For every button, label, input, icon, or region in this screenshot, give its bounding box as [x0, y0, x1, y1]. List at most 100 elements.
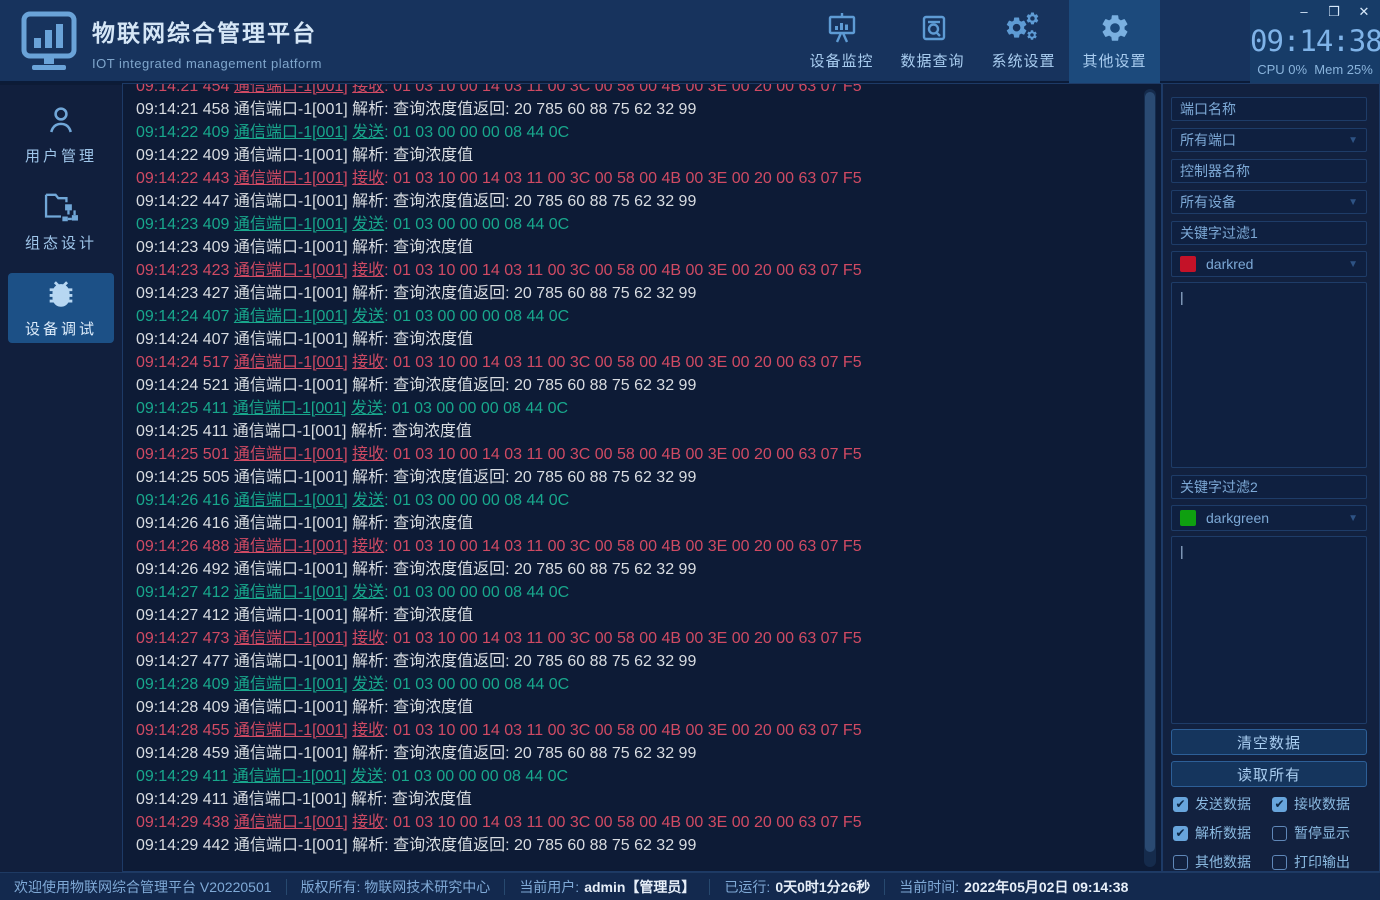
log-line: 09:14:22 409 通信端口-1[001] 解析: 查询浓度值 — [136, 144, 1161, 167]
port-name-field[interactable]: 端口名称 — [1171, 97, 1367, 121]
chevron-down-icon: ▼ — [1348, 259, 1358, 270]
sidebar-item-device-debug[interactable]: 设备调试 — [8, 273, 114, 343]
statusbar-current-time: 当前时间: 2022年05月02日 09:14:38 — [885, 879, 1142, 895]
log-line: 09:14:29 438 通信端口-1[001] 接收: 01 03 10 00… — [136, 811, 1161, 834]
mem-usage: Mem 25% — [1314, 62, 1373, 77]
checkbox-其他数据[interactable]: 其他数据 — [1173, 852, 1272, 872]
checkbox-接收数据[interactable]: ✔ 接收数据 — [1272, 794, 1371, 814]
statusbar-uptime: 已运行: 0天0时1分26秒 — [710, 879, 885, 895]
log-line: 09:14:24 521 通信端口-1[001] 解析: 查询浓度值返回: 20… — [136, 374, 1161, 397]
log-line: 09:14:27 412 通信端口-1[001] 解析: 查询浓度值 — [136, 604, 1161, 627]
filter-panel: 端口名称 所有端口 ▼ 控制器名称 所有设备 ▼ 关键字过滤1 darkred … — [1162, 83, 1380, 872]
checkbox-unchecked-icon[interactable] — [1272, 826, 1287, 841]
top-nav: 设备监控 数据查询 系统设置 — [796, 0, 1160, 83]
data-query-icon — [917, 12, 949, 44]
filter1-color-select[interactable]: darkred ▼ — [1171, 251, 1367, 277]
filter2-color-select[interactable]: darkgreen ▼ — [1171, 505, 1367, 531]
sidebar-item-user-management[interactable]: 用户管理 — [8, 99, 114, 169]
filter2-color-name: darkgreen — [1206, 510, 1269, 526]
read-all-button[interactable]: 读取所有 — [1171, 761, 1367, 787]
checkbox-label: 暂停显示 — [1294, 823, 1350, 843]
nav-label: 设备监控 — [809, 50, 873, 71]
bug-icon — [44, 277, 78, 311]
checkbox-label: 发送数据 — [1195, 794, 1251, 814]
checkbox-暂停显示[interactable]: 暂停显示 — [1272, 823, 1371, 843]
log-line: 09:14:22 409 通信端口-1[001] 发送: 01 03 00 00… — [136, 121, 1161, 144]
clear-data-button[interactable]: 清空数据 — [1171, 729, 1367, 755]
close-button[interactable]: ✕ — [1356, 4, 1372, 20]
minimize-button[interactable]: – — [1296, 4, 1312, 20]
user-icon — [43, 102, 79, 138]
log-line: 09:14:26 492 通信端口-1[001] 解析: 查询浓度值返回: 20… — [136, 558, 1161, 581]
checkbox-label: 接收数据 — [1294, 794, 1350, 814]
nav-data-query[interactable]: 数据查询 — [887, 0, 978, 83]
log-line: 09:14:23 427 通信端口-1[001] 解析: 查询浓度值返回: 20… — [136, 282, 1161, 305]
chevron-down-icon: ▼ — [1348, 135, 1358, 146]
device-select[interactable]: 所有设备 ▼ — [1171, 190, 1367, 214]
log-line: 09:14:28 409 通信端口-1[001] 解析: 查询浓度值 — [136, 696, 1161, 719]
chevron-down-icon: ▼ — [1348, 197, 1358, 208]
controller-name-field[interactable]: 控制器名称 — [1171, 159, 1367, 183]
log-line: 09:14:25 411 通信端口-1[001] 发送: 01 03 00 00… — [136, 397, 1161, 420]
app-subtitle: IOT integrated management platform — [92, 56, 322, 71]
log-line: 09:14:23 409 通信端口-1[001] 解析: 查询浓度值 — [136, 236, 1161, 259]
current-time-label: 当前时间: — [899, 877, 959, 897]
log-line: 09:14:29 411 通信端口-1[001] 发送: 01 03 00 00… — [136, 765, 1161, 788]
log-line: 09:14:27 477 通信端口-1[001] 解析: 查询浓度值返回: 20… — [136, 650, 1161, 673]
current-user-value: admin【管理员】 — [584, 877, 695, 897]
cpu-usage: CPU 0% — [1257, 62, 1307, 77]
log-line: 09:14:27 473 通信端口-1[001] 接收: 01 03 10 00… — [136, 627, 1161, 650]
checkbox-打印输出[interactable]: 打印输出 — [1272, 852, 1371, 872]
maximize-button[interactable]: ❒ — [1326, 4, 1342, 20]
log-list: 09:14:21 454 通信端口-1[001] 接收: 01 03 10 00… — [123, 83, 1161, 857]
log-line: 09:14:23 409 通信端口-1[001] 发送: 01 03 00 00… — [136, 213, 1161, 236]
checkbox-checked-icon[interactable]: ✔ — [1272, 797, 1287, 812]
log-line: 09:14:28 409 通信端口-1[001] 发送: 01 03 00 00… — [136, 673, 1161, 696]
log-line: 09:14:21 458 通信端口-1[001] 解析: 查询浓度值返回: 20… — [136, 98, 1161, 121]
filter1-color-name: darkred — [1206, 256, 1253, 272]
filter1-keywords-textarea[interactable]: | — [1171, 282, 1367, 468]
log-line: 09:14:29 442 通信端口-1[001] 解析: 查询浓度值返回: 20… — [136, 834, 1161, 857]
checkbox-unchecked-icon[interactable] — [1272, 855, 1287, 870]
nav-other-settings[interactable]: 其他设置 — [1069, 0, 1160, 83]
checkbox-checked-icon[interactable]: ✔ — [1173, 797, 1188, 812]
debug-log-panel[interactable]: 09:14:21 454 通信端口-1[001] 接收: 01 03 10 00… — [122, 83, 1162, 872]
checkbox-unchecked-icon[interactable] — [1173, 855, 1188, 870]
log-line: 09:14:22 447 通信端口-1[001] 解析: 查询浓度值返回: 20… — [136, 190, 1161, 213]
sidebar-item-label: 用户管理 — [25, 145, 97, 166]
checkbox-发送数据[interactable]: ✔ 发送数据 — [1173, 794, 1272, 814]
port-select[interactable]: 所有端口 ▼ — [1171, 128, 1367, 152]
log-scrollbar-thumb[interactable] — [1145, 92, 1155, 852]
window-controls: – ❒ ✕ — [1296, 4, 1372, 20]
gears-icon — [1006, 12, 1042, 44]
log-line: 09:14:25 505 通信端口-1[001] 解析: 查询浓度值返回: 20… — [136, 466, 1161, 489]
statusbar-welcome: 欢迎使用物联网综合管理平台 V20220501 — [14, 879, 287, 895]
nav-label: 数据查询 — [900, 50, 964, 71]
nav-device-monitor[interactable]: 设备监控 — [796, 0, 887, 83]
title-block: 物联网综合管理平台 IOT integrated management plat… — [92, 14, 322, 71]
sidebar-item-label: 设备调试 — [25, 318, 97, 339]
sidebar-item-config-design[interactable]: 组态设计 — [8, 186, 114, 256]
current-user-label: 当前用户: — [519, 877, 579, 897]
keyword-filter2-field[interactable]: 关键字过滤2 — [1171, 475, 1367, 499]
statusbar: 欢迎使用物联网综合管理平台 V20220501 版权所有: 物联网技术研究中心 … — [0, 872, 1380, 900]
filter2-keywords-textarea[interactable]: | — [1171, 536, 1367, 724]
log-line: 09:14:29 411 通信端口-1[001] 解析: 查询浓度值 — [136, 788, 1161, 811]
log-line: 09:14:26 416 通信端口-1[001] 解析: 查询浓度值 — [136, 512, 1161, 535]
clock-block: – ❒ ✕ 09:14:38 CPU 0% Mem 25% — [1250, 0, 1380, 83]
app-logo-icon — [20, 10, 78, 74]
log-line: 09:14:21 454 通信端口-1[001] 接收: 01 03 10 00… — [136, 83, 1161, 98]
port-select-value: 所有端口 — [1180, 130, 1236, 150]
design-icon — [42, 189, 80, 225]
log-scrollbar-track[interactable] — [1144, 89, 1156, 867]
checkbox-label: 打印输出 — [1294, 852, 1350, 872]
checkbox-checked-icon[interactable]: ✔ — [1173, 826, 1188, 841]
checkbox-解析数据[interactable]: ✔解析数据 — [1173, 823, 1272, 843]
log-line: 09:14:24 407 通信端口-1[001] 发送: 01 03 00 00… — [136, 305, 1161, 328]
nav-system-settings[interactable]: 系统设置 — [978, 0, 1069, 83]
sidebar-item-label: 组态设计 — [25, 232, 97, 253]
statusbar-current-user: 当前用户: admin【管理员】 — [505, 879, 710, 895]
digital-clock: 09:14:38 — [1250, 24, 1378, 58]
keyword-filter1-field[interactable]: 关键字过滤1 — [1171, 221, 1367, 245]
filter2-color-swatch — [1180, 510, 1196, 526]
